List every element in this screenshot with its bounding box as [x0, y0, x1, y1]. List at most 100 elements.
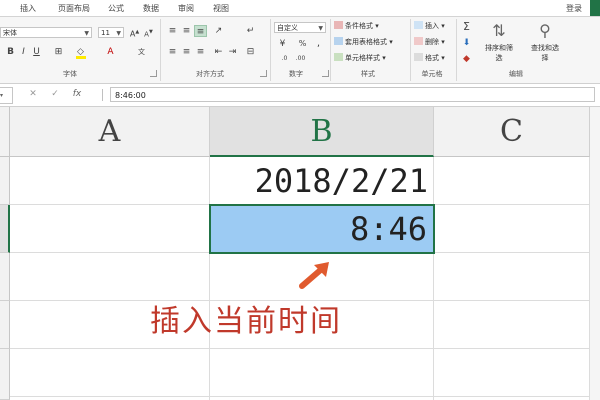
format-cells-label: 格式	[425, 54, 439, 62]
conditional-format-button[interactable]: 条件格式 ▾	[334, 21, 379, 32]
tab-data[interactable]: 数据	[143, 3, 159, 15]
cell-styles-icon	[334, 53, 343, 61]
arrow-icon	[299, 262, 329, 289]
chevron-down-icon: ▼	[116, 30, 121, 37]
bold-icon[interactable]: B	[4, 46, 17, 58]
font-size-select[interactable]: 11 ▼	[98, 27, 124, 38]
orientation-icon[interactable]: ↗	[212, 25, 225, 37]
align-center-icon[interactable]: ≡	[180, 46, 193, 58]
gridline	[10, 396, 600, 397]
phonetic-icon[interactable]: 文	[135, 46, 148, 58]
alignment-group-label: 对齐方式	[196, 70, 224, 78]
decrease-decimal-icon[interactable]: .00	[294, 53, 307, 65]
row-header-2[interactable]	[0, 205, 10, 253]
increase-indent-icon[interactable]: ⇥	[226, 46, 239, 58]
sort-filter-button[interactable]: ⇅ 排序和筛选	[482, 21, 516, 63]
group-divider	[456, 19, 457, 81]
binoculars-icon: ⚲	[539, 21, 551, 40]
chevron-down-icon: ▼	[318, 25, 323, 32]
font-name-select[interactable]: 宋体 ▼	[0, 27, 92, 38]
align-bottom-icon[interactable]: ≡	[194, 25, 207, 37]
group-divider	[270, 19, 271, 81]
vertical-scrollbar[interactable]	[590, 107, 600, 400]
insert-cells-icon	[414, 21, 423, 29]
decrease-indent-icon[interactable]: ⇤	[212, 46, 225, 58]
currency-icon[interactable]: ¥	[276, 38, 289, 50]
increase-decimal-icon[interactable]: .0	[278, 53, 291, 65]
delete-cells-button[interactable]: 删除 ▾	[414, 37, 445, 48]
font-name-value: 宋体	[3, 29, 17, 37]
insert-function-icon[interactable]: fx	[66, 87, 88, 102]
shrink-font-icon[interactable]: A▼	[142, 26, 155, 38]
conditional-format-icon	[334, 21, 343, 29]
sort-filter-icon: ⇅	[492, 21, 506, 40]
formula-bar: ▾ ✕ ✓ fx 8:46:00	[0, 84, 600, 107]
comma-icon[interactable]: ,	[312, 38, 325, 50]
worksheet-grid: A B C 2018/2/21 8:46	[0, 107, 600, 400]
login-link[interactable]: 登录	[566, 3, 582, 14]
tab-formulas[interactable]: 公式	[108, 3, 124, 15]
find-select-button[interactable]: ⚲ 查找和选择	[528, 21, 562, 63]
ribbon: 宋体 ▼ 11 ▼ A▲ A▼ B I U ⊞ ◇ A 文 字体 ≡ ≡ ≡ ↗…	[0, 17, 600, 84]
column-header-a[interactable]: A	[10, 107, 210, 157]
window-edge	[590, 0, 600, 16]
delete-cells-icon	[414, 37, 423, 45]
tab-review[interactable]: 审阅	[178, 3, 194, 15]
percent-icon[interactable]: %	[296, 38, 309, 50]
formula-input[interactable]: 8:46:00	[110, 87, 595, 102]
dialog-launcher-icon[interactable]	[150, 70, 157, 77]
row-header-5[interactable]	[0, 349, 10, 400]
tab-insert[interactable]: 插入	[20, 3, 36, 15]
align-top-icon[interactable]: ≡	[166, 25, 179, 37]
align-left-icon[interactable]: ≡	[166, 46, 179, 58]
annotation-text: 插入当前时间	[150, 304, 342, 339]
dialog-launcher-icon[interactable]	[260, 70, 267, 77]
fill-icon[interactable]: ⬇	[460, 37, 473, 49]
align-right-icon[interactable]: ≡	[194, 46, 207, 58]
cell-b2-selected[interactable]: 8:46	[209, 204, 435, 254]
group-divider	[330, 19, 331, 81]
row-header-1[interactable]	[0, 157, 10, 205]
merge-center-icon[interactable]: ⊟	[244, 46, 257, 58]
tab-view[interactable]: 视图	[213, 3, 229, 15]
wrap-text-icon[interactable]: ↵	[244, 25, 257, 37]
enter-icon[interactable]: ✓	[44, 87, 66, 102]
format-as-table-button[interactable]: 套用表格格式 ▾	[334, 37, 393, 48]
number-format-select[interactable]: 自定义 ▼	[274, 22, 326, 33]
gridline	[10, 348, 600, 349]
tab-page-layout[interactable]: 页面布局	[58, 3, 90, 15]
cancel-icon[interactable]: ✕	[22, 87, 44, 102]
group-divider	[410, 19, 411, 81]
insert-cells-button[interactable]: 插入 ▾	[414, 21, 445, 32]
name-box[interactable]: ▾	[0, 87, 13, 104]
styles-group-label: 样式	[361, 70, 375, 78]
select-all-corner[interactable]	[0, 107, 10, 157]
column-header-b[interactable]: B	[210, 107, 434, 157]
conditional-format-label: 条件格式	[345, 22, 373, 30]
number-format-value: 自定义	[277, 24, 298, 32]
align-middle-icon[interactable]: ≡	[180, 25, 193, 37]
grow-font-icon[interactable]: A▲	[128, 26, 141, 39]
underline-icon[interactable]: U	[30, 46, 43, 58]
font-color-icon[interactable]: A	[104, 46, 117, 58]
format-cells-icon	[414, 53, 423, 61]
border-icon[interactable]: ⊞	[52, 46, 65, 58]
formula-separator	[102, 89, 103, 101]
column-header-c[interactable]: C	[434, 107, 590, 157]
row-header-4[interactable]	[0, 301, 10, 349]
find-select-label: 查找和选择	[531, 44, 559, 62]
italic-icon[interactable]: I	[17, 46, 30, 58]
cell-b1[interactable]: 2018/2/21	[210, 159, 434, 203]
chevron-down-icon: ▼	[84, 30, 89, 37]
format-table-icon	[334, 37, 343, 45]
dialog-launcher-icon[interactable]	[322, 70, 329, 77]
editing-group-label: 编辑	[509, 70, 523, 78]
format-cells-button[interactable]: 格式 ▾	[414, 53, 445, 64]
row-header-3[interactable]	[0, 253, 10, 301]
insert-cells-label: 插入	[425, 22, 439, 30]
delete-cells-label: 删除	[425, 38, 439, 46]
clear-icon[interactable]: ◆	[460, 53, 473, 65]
cell-styles-button[interactable]: 单元格样式 ▾	[334, 53, 386, 64]
autosum-icon[interactable]: Σ	[460, 21, 473, 33]
fill-color-icon[interactable]: ◇	[74, 46, 87, 59]
